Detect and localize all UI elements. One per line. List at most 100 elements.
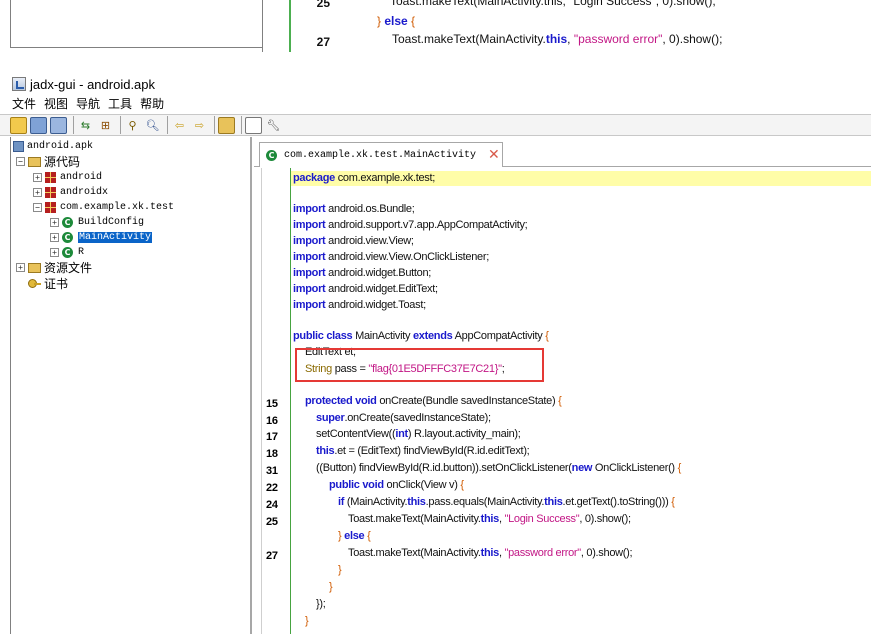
preferences-icon[interactable]: 🔧︎ <box>265 117 282 134</box>
toolbar-separator <box>73 116 74 134</box>
package-icon <box>45 187 56 198</box>
line-number: 15 <box>266 398 278 410</box>
jadx-window: jadx-gui - android.apk 文件 视图 导航 工具 帮助 ⇆ … <box>0 74 871 634</box>
class-icon: C <box>62 217 73 228</box>
collapse-icon[interactable]: − <box>33 203 42 212</box>
tree-item-class[interactable]: + C MainActivity <box>50 230 153 245</box>
pane-border <box>10 47 263 48</box>
code-line: setContentView((int) R.layout.activity_m… <box>316 428 521 440</box>
save-all-icon[interactable] <box>50 116 67 134</box>
line-number: 25 <box>316 0 330 10</box>
background-code-fragment: Toast.makeText(MainActivity.this, "Login… <box>0 0 871 52</box>
tree-item-source[interactable]: − 源代码 <box>16 154 80 169</box>
flag-annotation-box <box>295 348 544 382</box>
folder-icon <box>28 156 41 167</box>
expand-icon[interactable]: + <box>33 173 42 182</box>
line-number: 17 <box>266 431 278 443</box>
code-line: } <box>305 615 309 627</box>
tree-item-class[interactable]: + C BuildConfig <box>50 215 144 230</box>
gutter-border <box>262 0 263 52</box>
code-line: } <box>329 581 333 593</box>
line-number: 31 <box>266 465 278 477</box>
expand-icon[interactable]: + <box>50 233 59 242</box>
search-icon[interactable]: 🔍︎ <box>144 117 161 134</box>
tab-strip: C com.example.xk.test.MainActivity ✕ <box>254 137 871 167</box>
package-icon <box>45 172 56 183</box>
expand-icon[interactable]: + <box>33 188 42 197</box>
class-icon: C <box>266 149 277 161</box>
apk-icon <box>13 141 24 152</box>
expand-icon[interactable]: + <box>50 218 59 227</box>
class-icon: C <box>62 232 73 243</box>
open-icon[interactable] <box>10 116 27 134</box>
toolbar: ⇆ ⊞ ⚲ 🔍︎ ⇦ ⇨ 🔧︎ <box>0 114 871 136</box>
code-editor: C com.example.xk.test.MainActivity ✕ pac… <box>254 137 871 634</box>
forward-icon[interactable]: ⇨ <box>191 117 208 134</box>
tree-item-root[interactable]: android.apk <box>13 139 93 154</box>
line-number: 25 <box>266 516 278 528</box>
decompile-icon[interactable] <box>218 116 235 134</box>
code-view[interactable]: package com.example.xk.test; import andr… <box>254 168 871 634</box>
menu-file[interactable]: 文件 <box>12 95 36 112</box>
tree-item-package[interactable]: + android <box>33 170 102 185</box>
line-number: 27 <box>316 35 330 49</box>
line-number: 24 <box>266 499 278 511</box>
class-icon: C <box>62 247 73 258</box>
toolbar-separator <box>120 116 121 134</box>
close-icon[interactable]: ✕ <box>488 147 500 163</box>
package-icon <box>45 202 56 213</box>
menu-navigation[interactable]: 导航 <box>76 95 100 112</box>
change-bar <box>289 0 291 52</box>
code-line: Toast.makeText(MainActivity.this, "passw… <box>348 547 633 559</box>
code-line: } else { <box>377 14 416 28</box>
tree-item-class[interactable]: + C R <box>50 245 84 260</box>
line-number: 27 <box>266 550 278 562</box>
tree-item-certificate[interactable]: 证书 <box>28 276 68 291</box>
tab-label: com.example.xk.test.MainActivity <box>284 149 477 161</box>
sync-icon[interactable]: ⇆ <box>77 117 94 134</box>
menu-tools[interactable]: 工具 <box>108 95 132 112</box>
find-icon[interactable]: ⚲ <box>124 117 141 134</box>
code-line: this.et = (EditText) findViewById(R.id.e… <box>316 445 530 457</box>
pane-border <box>10 137 11 634</box>
certificate-icon <box>28 278 41 289</box>
code-line: import android.view.View; <box>293 235 414 247</box>
code-line: import android.os.Bundle; <box>293 203 415 215</box>
toolbar-separator <box>214 116 215 134</box>
toolbar-separator <box>167 116 168 134</box>
log-icon[interactable] <box>245 116 262 134</box>
code-line: protected void onCreate(Bundle savedInst… <box>305 395 562 407</box>
folder-icon <box>28 262 41 273</box>
collapse-icon[interactable]: − <box>16 157 25 166</box>
save-icon[interactable] <box>30 116 47 134</box>
code-line: import android.widget.EditText; <box>293 283 438 295</box>
back-icon[interactable]: ⇦ <box>171 117 188 134</box>
menu-bar: 文件 视图 导航 工具 帮助 <box>0 94 871 113</box>
code-line: super.onCreate(savedInstanceState); <box>316 412 491 424</box>
tree-item-package[interactable]: − com.example.xk.test <box>33 200 174 215</box>
code-line: public void onClick(View v) { <box>329 479 464 491</box>
line-number: 16 <box>266 415 278 427</box>
app-icon <box>12 77 26 91</box>
code-line: public class MainActivity extends AppCom… <box>293 330 549 342</box>
pane-border <box>10 0 11 48</box>
window-title: jadx-gui - android.apk <box>30 76 156 92</box>
expand-icon[interactable]: + <box>16 263 25 272</box>
tab-mainactivity[interactable]: C com.example.xk.test.MainActivity ✕ <box>259 142 503 167</box>
code-line: Toast.makeText(MainActivity.this, "Login… <box>348 513 631 525</box>
flatten-icon[interactable]: ⊞ <box>97 117 114 134</box>
code-line: import android.widget.Button; <box>293 267 432 279</box>
expand-icon[interactable]: + <box>50 248 59 257</box>
menu-view[interactable]: 视图 <box>44 95 68 112</box>
change-bar <box>290 168 291 634</box>
code-line: package com.example.xk.test; <box>293 172 436 184</box>
title-bar: jadx-gui - android.apk <box>0 74 871 94</box>
toolbar-separator <box>241 116 242 134</box>
tree-item-package[interactable]: + androidx <box>33 185 108 200</box>
code-line: if (MainActivity.this.pass.equals(MainAc… <box>338 496 675 508</box>
menu-help[interactable]: 帮助 <box>140 95 164 112</box>
code-line: } <box>338 564 342 576</box>
code-line: }); <box>316 598 326 610</box>
line-number: 18 <box>266 448 278 460</box>
tree-item-resources[interactable]: + 资源文件 <box>16 260 92 275</box>
